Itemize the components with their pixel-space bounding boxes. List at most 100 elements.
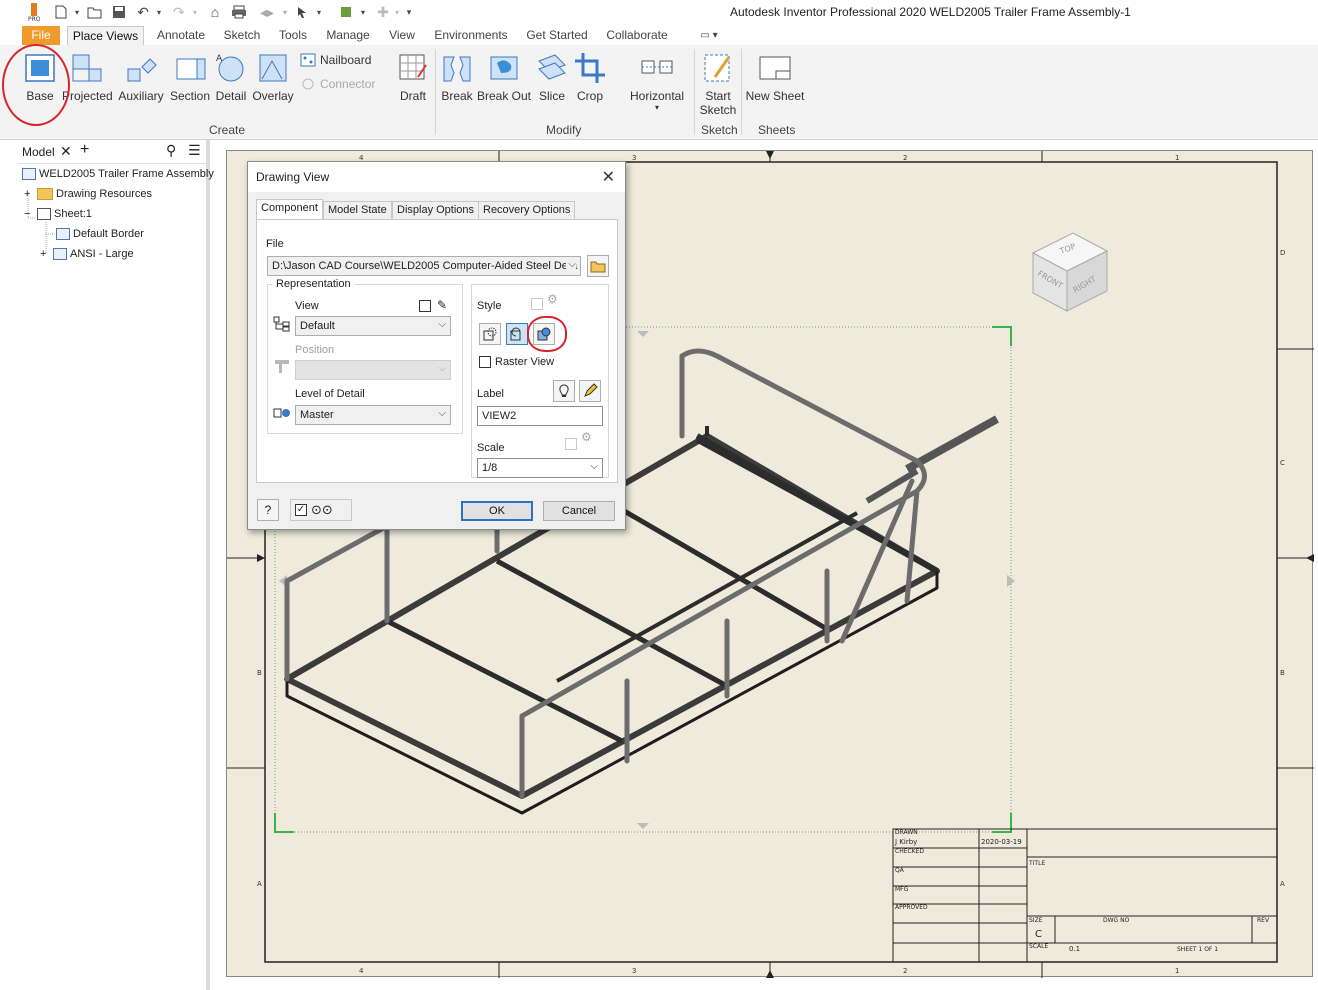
window-title: Autodesk Inventor Professional 2020 WELD… (730, 5, 1131, 19)
scale-combo[interactable]: 1/8 ⌵ (477, 458, 603, 478)
undo-dropdown-icon[interactable]: ▾ (150, 3, 168, 21)
light-bulb-icon (559, 384, 569, 397)
add-tab-icon[interactable]: + (80, 141, 89, 159)
preview-corner-handle[interactable] (274, 813, 294, 833)
annotation-circle-base (2, 44, 70, 126)
open-folder-icon[interactable] (86, 3, 104, 21)
tab-environments[interactable]: Environments (428, 26, 514, 46)
tab-recovery-options[interactable]: Recovery Options (478, 201, 576, 220)
select-filter-dropdown-icon[interactable]: ▾ (310, 3, 328, 21)
menu-icon[interactable]: ☰ (188, 142, 201, 159)
tab-manage[interactable]: Manage (320, 26, 376, 46)
tab-view[interactable]: View (382, 26, 422, 46)
new-dropdown-icon[interactable]: ▾ (68, 3, 86, 21)
tab-get-started[interactable]: Get Started (520, 26, 594, 46)
projected-view-icon (72, 54, 102, 82)
toggle-label-visibility-button[interactable] (553, 380, 575, 402)
preview-toggle[interactable]: ✓ ⊙⊙ (290, 499, 352, 521)
svg-text:A: A (216, 54, 223, 64)
detail-view-button[interactable]: A Detail (212, 51, 250, 103)
associative-icon: ✎ (437, 298, 448, 312)
horizontal-button[interactable]: Horizontal ▾ (626, 51, 688, 112)
help-icon: ? (264, 503, 272, 517)
file-combo[interactable]: D:\Jason CAD Course\WELD2005 Computer-Ai… (267, 256, 581, 276)
inventor-logo-icon[interactable]: PRO (24, 3, 44, 22)
tab-sketch[interactable]: Sketch (218, 26, 266, 46)
update-dropdown-icon[interactable]: ▾ (354, 3, 372, 21)
tab-annotate[interactable]: Annotate (150, 26, 212, 46)
auxiliary-view-button[interactable]: Auxiliary (116, 51, 166, 103)
auxiliary-view-icon (127, 58, 157, 82)
component-tab-panel: File D:\Jason CAD Course\WELD2005 Comput… (256, 219, 618, 483)
customize-qat-icon[interactable]: ▾ (400, 3, 418, 21)
title-block-drawn-label: DRAWN (895, 829, 918, 836)
crop-icon (575, 53, 605, 83)
dialog-titlebar[interactable]: Drawing View ✕ (248, 162, 625, 192)
search-icon[interactable]: ⚲ (166, 142, 176, 159)
ok-button[interactable]: OK (461, 501, 533, 521)
print-icon[interactable] (230, 3, 248, 21)
level-of-detail-label: Level of Detail (295, 388, 365, 400)
draft-view-button[interactable]: Draft (394, 51, 432, 103)
preview-arrow-icon[interactable] (637, 823, 649, 829)
zone-label-bottom: 4 (359, 967, 364, 975)
connector-button[interactable]: Connector (300, 77, 375, 91)
raster-view-checkbox[interactable] (479, 356, 491, 368)
label-input[interactable]: VIEW2 (477, 406, 603, 426)
title-block-size-value: C (1035, 929, 1042, 940)
preview-arrow-icon[interactable] (1007, 575, 1015, 587)
position-representation-combo[interactable]: ⌵ (295, 360, 451, 380)
chevron-down-icon: ⌵ (438, 408, 446, 419)
zone-label-bottom: 2 (903, 967, 907, 975)
view-rep-associative-checkbox[interactable] (419, 300, 431, 312)
break-out-icon (490, 56, 518, 80)
style-from-base-checkbox[interactable] (531, 298, 543, 310)
hidden-line-button[interactable] (479, 323, 501, 345)
open-file-button[interactable] (587, 255, 609, 277)
tab-collaborate[interactable]: Collaborate (600, 26, 674, 46)
level-of-detail-combo[interactable]: Master ⌵ (295, 405, 451, 425)
crop-button[interactable]: Crop (572, 51, 608, 103)
start-sketch-button[interactable]: Start Sketch (698, 51, 738, 117)
raster-view-label: Raster View (495, 356, 555, 368)
preview-corner-handle[interactable] (992, 326, 1012, 346)
modify-panel-label: Modify (546, 123, 582, 137)
new-sheet-button[interactable]: New Sheet (744, 51, 806, 103)
close-icon[interactable]: ✕ (602, 167, 615, 187)
zone-label-top: 2 (903, 154, 907, 162)
inventor-window: PRO ▾ ↶ ▾ ↷ ▾ ⌂ ◂▸ ▾ ▾ ▾ ✚ ▾ ▾ Autodesk … (0, 0, 1318, 990)
slice-button[interactable]: Slice (534, 51, 570, 103)
tab-component[interactable]: Component (256, 199, 323, 220)
tab-place-views[interactable]: Place Views (67, 26, 144, 46)
section-view-icon (176, 58, 206, 80)
section-view-button[interactable]: Section (168, 51, 212, 103)
nailboard-button[interactable]: Nailboard (300, 53, 371, 67)
title-block-title-label: TITLE (1028, 860, 1045, 867)
tab-file[interactable]: File (22, 26, 60, 46)
cancel-button[interactable]: Cancel (543, 501, 615, 521)
break-button[interactable]: Break (438, 51, 476, 103)
start-sketch-icon (704, 54, 731, 82)
measure-dropdown-icon[interactable]: ▾ (276, 3, 294, 21)
home-icon[interactable]: ⌂ (206, 3, 224, 21)
scale-from-base-checkbox[interactable] (565, 438, 577, 450)
redo-dropdown-icon[interactable]: ▾ (186, 3, 204, 21)
measure-icon[interactable]: ◂▸ (258, 3, 276, 21)
overlay-view-button[interactable]: Overlay (250, 51, 296, 103)
level-of-detail-icon (273, 406, 291, 423)
preview-arrow-icon[interactable] (637, 331, 649, 337)
hidden-line-removed-button[interactable] (506, 323, 528, 345)
edit-label-button[interactable] (579, 380, 601, 402)
viewcube[interactable]: TOP FRONT RIGHT (1031, 232, 1109, 312)
save-icon[interactable] (110, 3, 128, 21)
horizontal-dropdown-icon[interactable]: ▾ (626, 103, 688, 112)
ribbon-display-toggle-icon[interactable]: ▭ ▾ (694, 26, 724, 46)
tab-display-options[interactable]: Display Options (392, 201, 480, 220)
zone-label-right: D (1280, 249, 1285, 257)
break-out-button[interactable]: Break Out (476, 51, 532, 103)
preview-checkbox[interactable]: ✓ (295, 504, 307, 516)
view-representation-combo[interactable]: Default ⌵ (295, 316, 451, 336)
tab-model-state[interactable]: Model State (323, 201, 392, 220)
tab-tools[interactable]: Tools (272, 26, 314, 46)
help-button[interactable]: ? (257, 499, 279, 521)
